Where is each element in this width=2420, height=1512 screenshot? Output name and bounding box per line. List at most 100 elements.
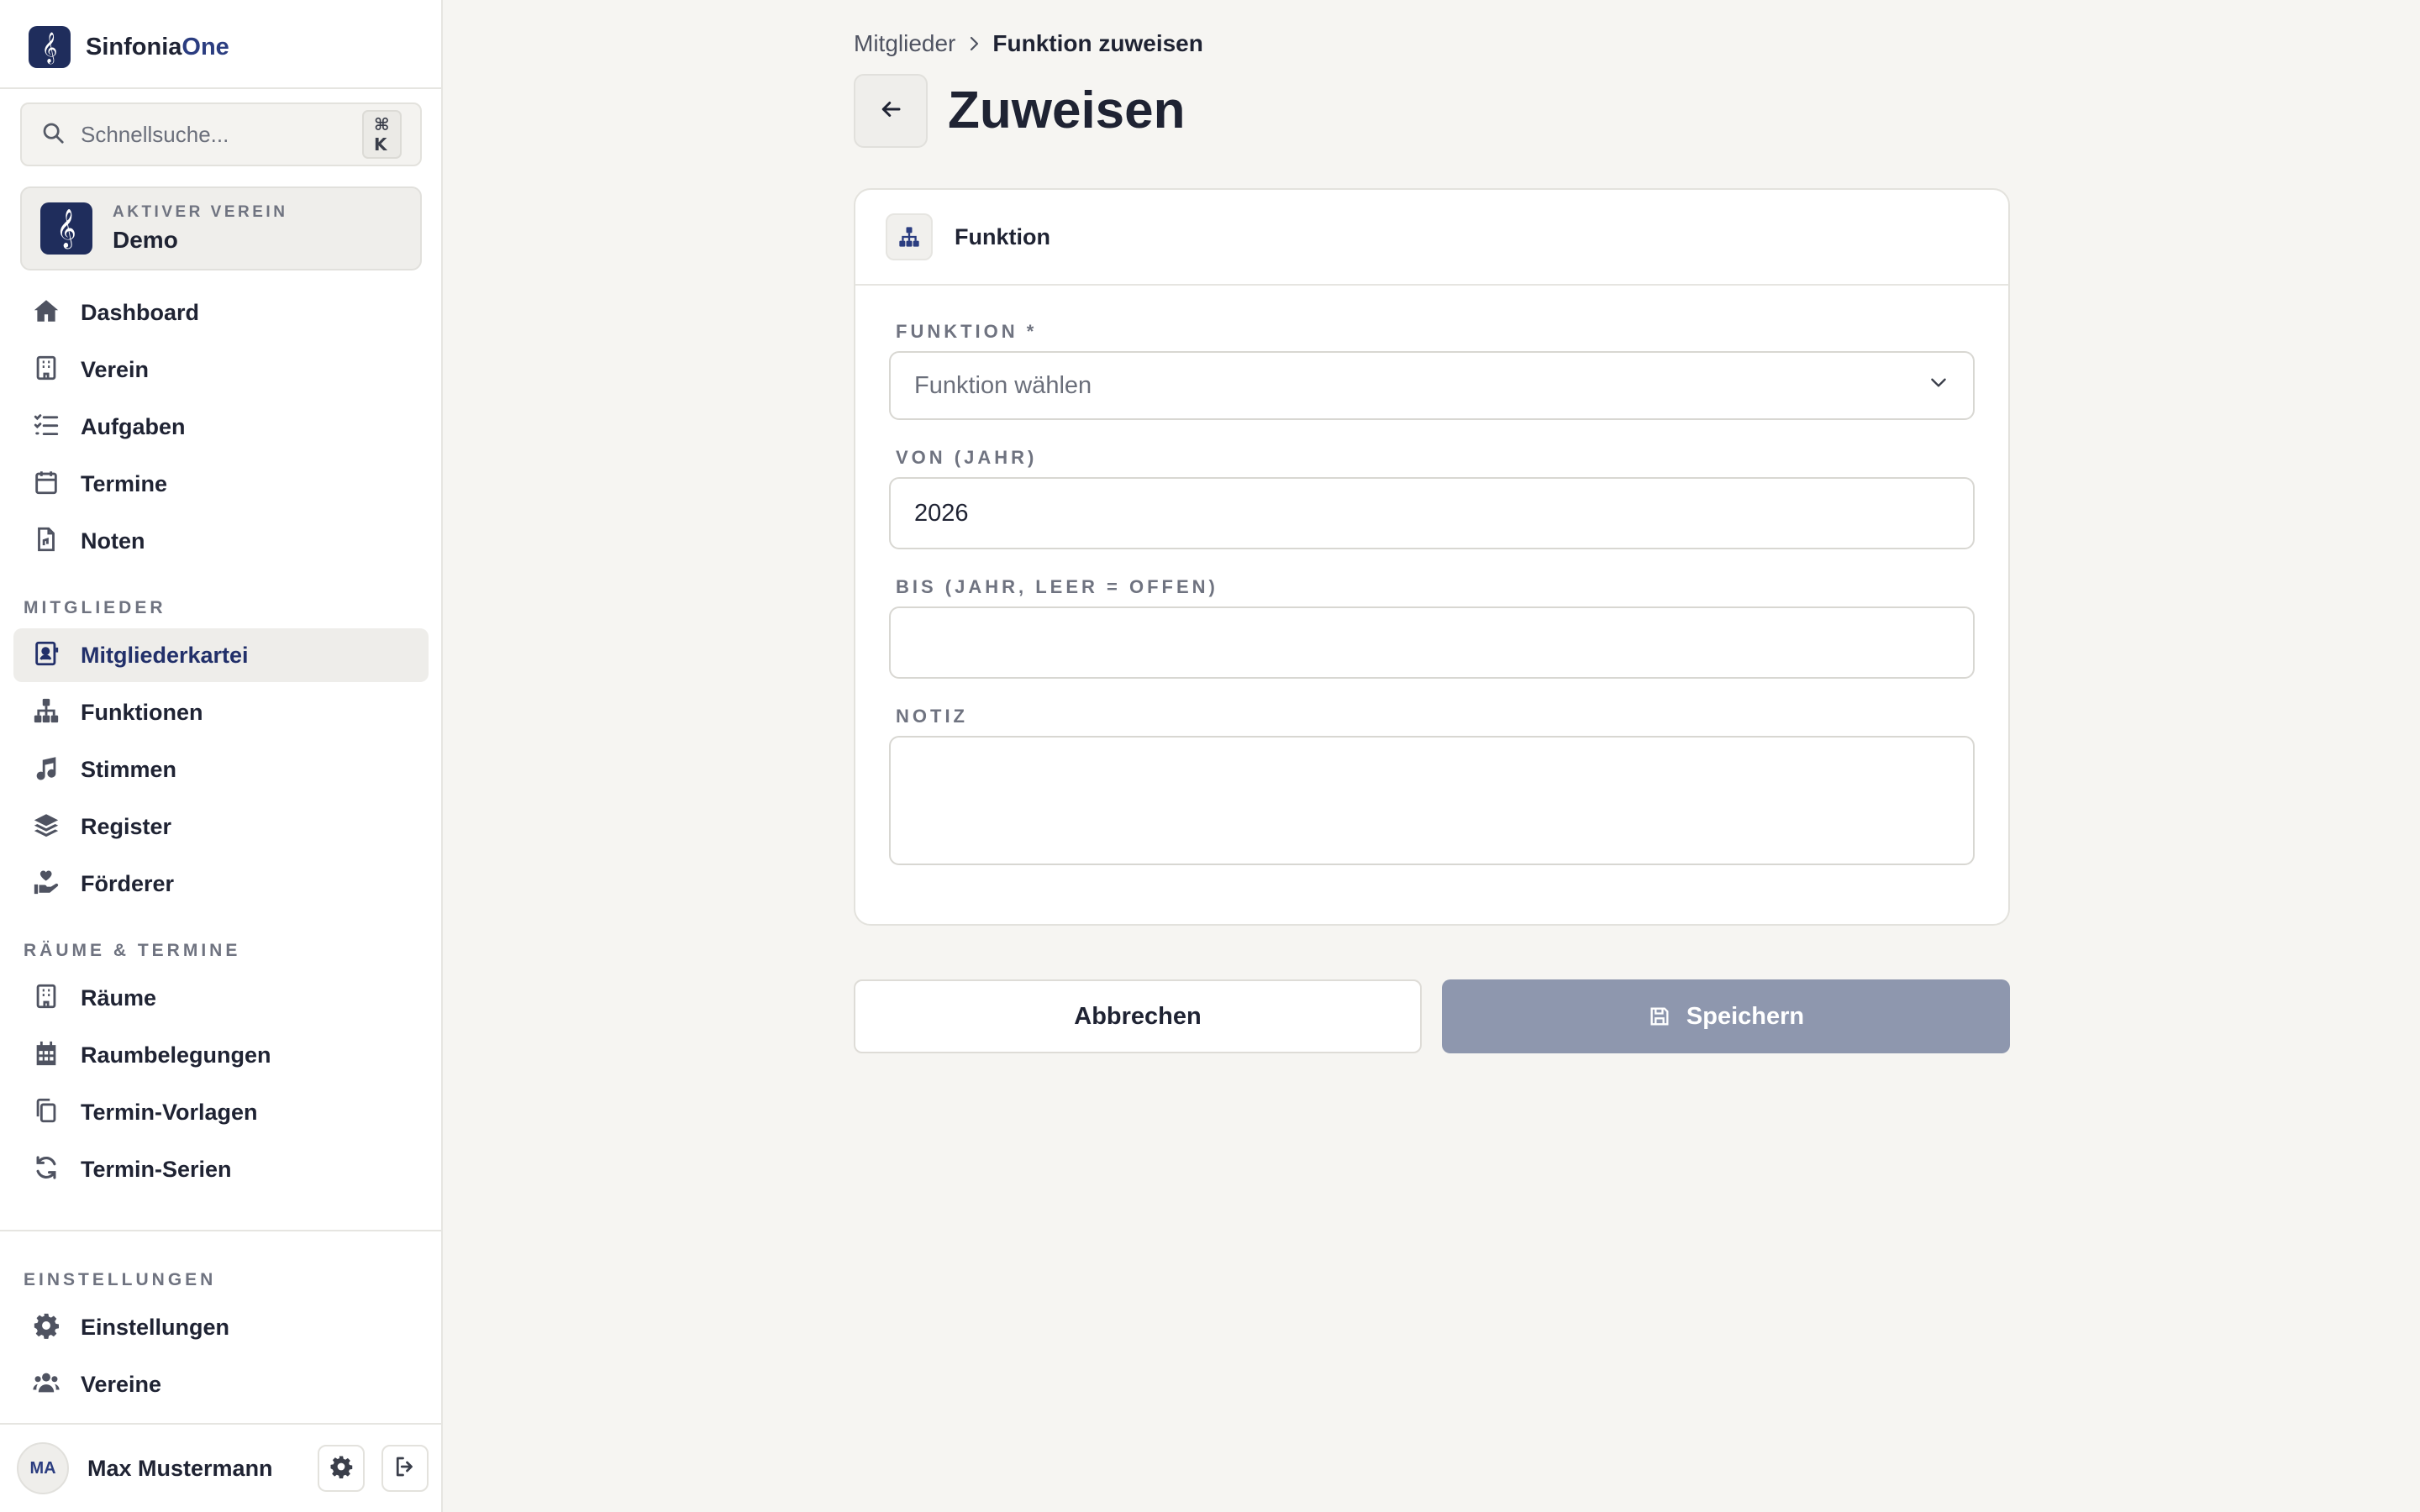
- divider: [0, 1423, 441, 1425]
- chevron-right-icon: [964, 34, 984, 54]
- funktion-select[interactable]: Funktion wählen: [889, 351, 1975, 420]
- building-icon: [32, 354, 60, 386]
- von-input[interactable]: [914, 499, 1949, 528]
- quick-search[interactable]: ⌘ K: [20, 102, 422, 166]
- nav-label: Termine: [81, 470, 168, 496]
- gear-icon: [32, 1311, 60, 1344]
- sheet-file-icon: [32, 525, 60, 558]
- sidebar: 𝄞 SinfoniaOne ⌘ K 𝄞 AKTIVER VEREIN Demo …: [0, 0, 443, 1512]
- notiz-textarea[interactable]: [914, 738, 1949, 864]
- shortcut-badge: ⌘ K: [362, 110, 402, 159]
- notiz-label: NOTIZ: [896, 706, 968, 727]
- logout-icon: [392, 1454, 418, 1483]
- funktion-label: FUNKTION *: [896, 321, 1038, 342]
- search-icon: [40, 120, 66, 150]
- arrow-left-icon: [878, 97, 903, 126]
- nav-item-verein[interactable]: Verein: [13, 343, 429, 396]
- nav-label: Einstellungen: [81, 1314, 230, 1340]
- nav-label: Raumbelegungen: [81, 1042, 271, 1068]
- page-title: Zuweisen: [948, 81, 1186, 139]
- nav-item-raumbelegungen[interactable]: Raumbelegungen: [13, 1028, 429, 1082]
- funktion-select-value: Funktion wählen: [914, 371, 1092, 399]
- brand-name-main: Sinfonia: [86, 33, 182, 60]
- list-check-icon: [32, 411, 60, 444]
- contact-card-icon: [32, 639, 60, 672]
- nav-label: Noten: [81, 528, 145, 554]
- bis-field[interactable]: [889, 606, 1975, 679]
- nav-item-termine[interactable]: Termine: [13, 457, 429, 511]
- search-input[interactable]: [81, 121, 362, 148]
- section-label-settings: EINSTELLUNGEN: [24, 1270, 217, 1289]
- brand-name-accent: One: [182, 33, 229, 60]
- calendar-icon: [32, 468, 60, 501]
- nav-item-foerderer[interactable]: Förderer: [13, 857, 429, 911]
- breadcrumb: Mitglieder Funktion zuweisen: [854, 30, 1203, 57]
- nav-item-vereine[interactable]: Vereine: [13, 1357, 429, 1411]
- cancel-button[interactable]: Abbrechen: [854, 979, 1422, 1053]
- user-settings-button[interactable]: [318, 1445, 365, 1492]
- nav-label: Verein: [81, 356, 150, 382]
- card-title: Funktion: [955, 223, 1050, 249]
- active-club-switcher[interactable]: 𝄞 AKTIVER VEREIN Demo: [20, 186, 422, 270]
- nav-item-mitgliederkartei[interactable]: Mitgliederkartei: [13, 628, 429, 682]
- building-icon: [32, 982, 60, 1015]
- save-button[interactable]: Speichern: [1442, 979, 2010, 1053]
- nav-item-stimmen[interactable]: Stimmen: [13, 743, 429, 796]
- refresh-icon: [32, 1153, 60, 1186]
- bis-label: BIS (JAHR, LEER = OFFEN): [896, 576, 1218, 597]
- nav-item-einstellungen[interactable]: Einstellungen: [13, 1300, 429, 1354]
- nav-label: Mitgliederkartei: [81, 642, 249, 668]
- brand[interactable]: 𝄞 SinfoniaOne: [29, 25, 229, 69]
- nav-item-funktionen[interactable]: Funktionen: [13, 685, 429, 739]
- back-button[interactable]: [854, 74, 928, 148]
- hand-heart-icon: [32, 868, 60, 900]
- nav-label: Vereine: [81, 1371, 162, 1397]
- nav-label: Funktionen: [81, 699, 203, 725]
- card-header: Funktion: [855, 190, 2008, 286]
- users-icon: [32, 1368, 60, 1401]
- user-name: Max Mustermann: [87, 1455, 273, 1481]
- nav-label: Stimmen: [81, 756, 177, 782]
- club-logo: 𝄞: [40, 202, 92, 255]
- calendar-grid-icon: [32, 1039, 60, 1072]
- section-label-rooms: RÄUME & TERMINE: [24, 941, 241, 960]
- nav-item-raeume[interactable]: Räume: [13, 971, 429, 1025]
- nav-item-dashboard[interactable]: Dashboard: [13, 286, 429, 339]
- divider: [0, 87, 441, 89]
- nav-label: Termin-Serien: [81, 1156, 232, 1182]
- nav-label: Register: [81, 813, 172, 839]
- nav-label: Termin-Vorlagen: [81, 1099, 258, 1125]
- von-label: VON (JAHR): [896, 447, 1038, 468]
- user-row: MA Max Mustermann: [17, 1441, 429, 1495]
- music-note-icon: [32, 753, 60, 786]
- nav-item-termin-serien[interactable]: Termin-Serien: [13, 1142, 429, 1196]
- avatar[interactable]: MA: [17, 1442, 69, 1494]
- hierarchy-icon: [886, 213, 933, 260]
- nav-item-aufgaben[interactable]: Aufgaben: [13, 400, 429, 454]
- nav-item-termin-vorlagen[interactable]: Termin-Vorlagen: [13, 1085, 429, 1139]
- save-label: Speichern: [1686, 1002, 1805, 1030]
- gear-icon: [329, 1454, 354, 1483]
- bis-input[interactable]: [914, 628, 1949, 657]
- nav-label: Räume: [81, 984, 157, 1011]
- divider: [0, 1230, 441, 1231]
- logout-button[interactable]: [381, 1445, 429, 1492]
- nav-label: Dashboard: [81, 299, 200, 325]
- von-field[interactable]: [889, 477, 1975, 549]
- breadcrumb-link-mitglieder[interactable]: Mitglieder: [854, 30, 955, 57]
- layers-icon: [32, 811, 60, 843]
- chevron-down-icon: [1928, 371, 1949, 400]
- nav-label: Aufgaben: [81, 413, 186, 439]
- section-label-members: MITGLIEDER: [24, 598, 166, 617]
- club-text: AKTIVER VEREIN Demo: [113, 203, 287, 254]
- nav-item-noten[interactable]: Noten: [13, 514, 429, 568]
- breadcrumb-current: Funktion zuweisen: [992, 30, 1203, 56]
- home-icon: [32, 297, 60, 329]
- club-name: Demo: [113, 227, 178, 253]
- notiz-field[interactable]: [889, 736, 1975, 865]
- club-label: AKTIVER VEREIN: [113, 203, 288, 221]
- copy-icon: [32, 1096, 60, 1129]
- brand-logo: 𝄞: [29, 26, 71, 68]
- nav-label: Förderer: [81, 870, 175, 896]
- nav-item-register[interactable]: Register: [13, 800, 429, 853]
